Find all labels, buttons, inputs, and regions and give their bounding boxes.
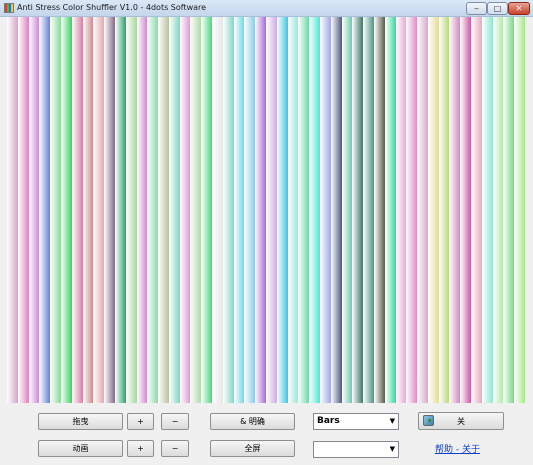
window-title: Anti Stress Color Shuffler V1.0 - 4dots … <box>17 3 207 12</box>
color-bar <box>460 17 472 403</box>
color-bar <box>50 17 62 403</box>
color-bar <box>158 17 170 403</box>
color-bar <box>287 17 299 403</box>
color-bar <box>17 17 30 403</box>
color-bar <box>168 17 181 403</box>
color-bar <box>114 17 127 403</box>
color-bar <box>60 17 73 403</box>
color-bar <box>514 17 525 403</box>
color-bar <box>341 17 353 403</box>
color-bar <box>481 17 494 403</box>
color-bars-canvas[interactable] <box>7 17 525 403</box>
chevron-down-icon: ▼ <box>389 445 395 453</box>
color-bar <box>71 17 84 403</box>
color-bar <box>255 17 267 403</box>
exit-icon <box>423 415 434 426</box>
color-bar <box>298 17 310 403</box>
secondary-select[interactable]: ▼ <box>313 441 399 458</box>
color-bar <box>201 17 213 403</box>
color-bar <box>319 17 332 403</box>
color-bar <box>82 17 94 403</box>
color-bar <box>39 17 51 403</box>
color-bar <box>190 17 202 403</box>
color-bar <box>471 17 483 403</box>
color-bar <box>104 17 116 403</box>
maximize-button[interactable]: □ <box>487 2 508 15</box>
color-bar <box>373 17 386 403</box>
brightness-button[interactable]: & 明确 <box>210 413 295 430</box>
title-bar[interactable]: Anti Stress Color Shuffler V1.0 - 4dots … <box>0 0 533 17</box>
app-icon <box>4 3 14 13</box>
color-bar <box>492 17 505 403</box>
close-app-label: 关 <box>457 416 465 426</box>
color-bar <box>417 17 429 403</box>
color-bar <box>222 17 235 403</box>
drag-button[interactable]: 拖曳 <box>38 413 123 430</box>
color-bar <box>384 17 397 403</box>
color-bar <box>309 17 321 403</box>
color-bar <box>449 17 461 403</box>
close-window-button[interactable]: ✕ <box>508 2 530 15</box>
color-bar <box>266 17 278 403</box>
color-bar <box>179 17 192 403</box>
color-bar <box>395 17 407 403</box>
animation-button[interactable]: 动画 <box>38 440 123 457</box>
mode-select[interactable]: Bars ▼ <box>313 413 399 430</box>
color-bar <box>244 17 256 403</box>
chevron-down-icon: ▼ <box>389 417 395 425</box>
speed-decrease-button[interactable]: − <box>161 413 189 430</box>
help-about-link[interactable]: 帮助 - 关于 <box>435 442 480 455</box>
color-bar <box>7 17 19 403</box>
color-bar <box>363 17 375 403</box>
color-bar <box>147 17 159 403</box>
color-bar <box>503 17 515 403</box>
animation-decrease-button[interactable]: − <box>161 440 189 457</box>
color-bar <box>212 17 224 403</box>
color-bar <box>125 17 138 403</box>
color-bar <box>427 17 440 403</box>
color-bar <box>276 17 289 403</box>
color-bar <box>28 17 40 403</box>
color-bar <box>233 17 246 403</box>
color-bar <box>136 17 148 403</box>
close-app-button[interactable]: 关 <box>418 412 504 430</box>
color-bar <box>438 17 451 403</box>
color-bar <box>330 17 343 403</box>
color-bar <box>352 17 364 403</box>
speed-increase-button[interactable]: + <box>127 413 154 430</box>
mode-select-value: Bars <box>317 416 340 426</box>
color-bar <box>406 17 418 403</box>
fullscreen-button[interactable]: 全屏 <box>210 440 295 457</box>
color-bar <box>93 17 105 403</box>
animation-increase-button[interactable]: + <box>127 440 154 457</box>
minimize-button[interactable]: ‒ <box>466 2 487 15</box>
